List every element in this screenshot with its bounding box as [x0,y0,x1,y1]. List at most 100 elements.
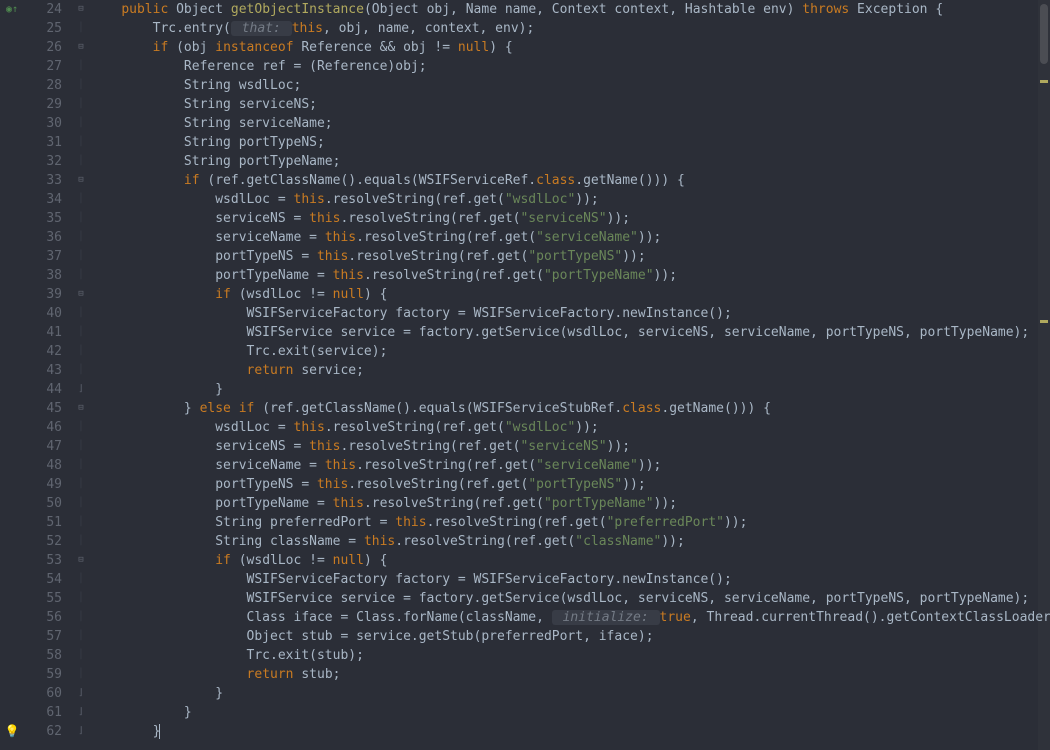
line-number[interactable]: 54 [24,570,62,589]
code-line[interactable]: Trc.exit(service); [90,342,1050,361]
line-number[interactable]: 28 [24,76,62,95]
fold-guide[interactable]: │ [72,570,90,589]
fold-guide[interactable]: │ [72,152,90,171]
line-number[interactable]: 55 [24,589,62,608]
fold-guide[interactable]: │ [72,646,90,665]
line-number[interactable]: 39 [24,285,62,304]
line-number[interactable]: 29 [24,95,62,114]
fold-guide[interactable]: │ [72,133,90,152]
line-number[interactable]: 57 [24,627,62,646]
line-number[interactable]: 61 [24,703,62,722]
fold-guide[interactable]: │ [72,247,90,266]
fold-guide[interactable]: │ [72,513,90,532]
code-line[interactable]: if (wsdlLoc != null) { [90,551,1050,570]
line-number[interactable]: 52 [24,532,62,551]
fold-guide[interactable]: │ [72,228,90,247]
fold-guide[interactable]: │ [72,304,90,323]
fold-gutter[interactable]: ⊟│⊟││││││⊟│││││⊟││││⌋⊟│││││││⊟││││││⌋⌋⌋ [72,0,90,750]
line-number[interactable]: 51 [24,513,62,532]
code-line[interactable]: String serviceName; [90,114,1050,133]
line-number[interactable]: 56 [24,608,62,627]
line-number-gutter[interactable]: 2425262728293031323334353637383940414243… [24,0,72,750]
fold-toggle-icon[interactable]: ⊟ [72,0,90,19]
fold-guide[interactable]: │ [72,19,90,38]
code-line[interactable]: String preferredPort = this.resolveStrin… [90,513,1050,532]
fold-toggle-icon[interactable]: ⊟ [72,38,90,57]
fold-guide[interactable]: │ [72,532,90,551]
fold-guide[interactable]: │ [72,456,90,475]
code-line[interactable]: Trc.entry( that: this, obj, name, contex… [90,19,1050,38]
scrollbar-warning-mark[interactable] [1040,320,1048,323]
code-line[interactable]: } [90,380,1050,399]
fold-guide[interactable]: │ [72,494,90,513]
line-number[interactable]: 25 [24,19,62,38]
code-editor[interactable]: ◉↑💡 242526272829303132333435363738394041… [0,0,1050,750]
code-line[interactable]: } [90,703,1050,722]
line-number[interactable]: 37 [24,247,62,266]
fold-guide[interactable]: │ [72,589,90,608]
line-number[interactable]: 34 [24,190,62,209]
line-number[interactable]: 47 [24,437,62,456]
code-line[interactable]: return stub; [90,665,1050,684]
line-number[interactable]: 44 [24,380,62,399]
fold-guide[interactable]: │ [72,76,90,95]
code-line[interactable]: Reference ref = (Reference)obj; [90,57,1050,76]
line-number[interactable]: 59 [24,665,62,684]
vertical-scrollbar[interactable] [1038,0,1050,750]
fold-guide[interactable]: │ [72,342,90,361]
fold-toggle-icon[interactable]: ⊟ [72,285,90,304]
code-line[interactable]: return service; [90,361,1050,380]
fold-guide[interactable]: │ [72,475,90,494]
intention-bulb-icon[interactable]: 💡 [5,722,20,741]
fold-guide[interactable]: │ [72,190,90,209]
fold-guide[interactable]: │ [72,209,90,228]
line-number[interactable]: 30 [24,114,62,133]
scrollbar-thumb[interactable] [1040,4,1048,64]
fold-guide[interactable]: │ [72,418,90,437]
line-number[interactable]: 49 [24,475,62,494]
line-number[interactable]: 50 [24,494,62,513]
fold-guide[interactable]: │ [72,266,90,285]
line-number[interactable]: 42 [24,342,62,361]
code-line[interactable]: portTypeNS = this.resolveString(ref.get(… [90,475,1050,494]
code-line[interactable]: WSIFServiceFactory factory = WSIFService… [90,304,1050,323]
code-line[interactable]: serviceNS = this.resolveString(ref.get("… [90,209,1050,228]
fold-guide[interactable]: │ [72,437,90,456]
code-line[interactable]: Trc.exit(stub); [90,646,1050,665]
line-number[interactable]: 48 [24,456,62,475]
line-number[interactable]: 35 [24,209,62,228]
fold-guide[interactable]: │ [72,627,90,646]
line-number[interactable]: 32 [24,152,62,171]
code-line[interactable]: serviceNS = this.resolveString(ref.get("… [90,437,1050,456]
code-line[interactable]: wsdlLoc = this.resolveString(ref.get("ws… [90,190,1050,209]
code-line[interactable]: portTypeName = this.resolveString(ref.ge… [90,494,1050,513]
fold-toggle-icon[interactable]: ⊟ [72,399,90,418]
code-line[interactable]: if (wsdlLoc != null) { [90,285,1050,304]
scrollbar-warning-mark[interactable] [1040,80,1048,83]
fold-guide[interactable]: │ [72,361,90,380]
fold-guide[interactable]: │ [72,95,90,114]
fold-guide[interactable]: │ [72,323,90,342]
line-number[interactable]: 26 [24,38,62,57]
fold-end-icon[interactable]: ⌋ [72,380,90,399]
code-line[interactable]: String className = this.resolveString(re… [90,532,1050,551]
code-area[interactable]: public Object getObjectInstance(Object o… [90,0,1050,750]
code-line[interactable]: WSIFService service = factory.getService… [90,323,1050,342]
fold-end-icon[interactable]: ⌋ [72,722,90,741]
fold-guide[interactable]: │ [72,608,90,627]
line-number[interactable]: 40 [24,304,62,323]
line-number[interactable]: 27 [24,57,62,76]
code-line[interactable]: String serviceNS; [90,95,1050,114]
line-number[interactable]: 62 [24,722,62,741]
line-number[interactable]: 36 [24,228,62,247]
line-number[interactable]: 60 [24,684,62,703]
line-number[interactable]: 43 [24,361,62,380]
code-line[interactable]: if (ref.getClassName().equals(WSIFServic… [90,171,1050,190]
code-line[interactable]: serviceName = this.resolveString(ref.get… [90,456,1050,475]
line-number[interactable]: 33 [24,171,62,190]
code-line[interactable]: } else if (ref.getClassName().equals(WSI… [90,399,1050,418]
code-line[interactable]: public Object getObjectInstance(Object o… [90,0,1050,19]
code-line[interactable]: Class iface = Class.forName(className, i… [90,608,1050,627]
code-line[interactable]: } [90,684,1050,703]
code-line[interactable]: String portTypeName; [90,152,1050,171]
